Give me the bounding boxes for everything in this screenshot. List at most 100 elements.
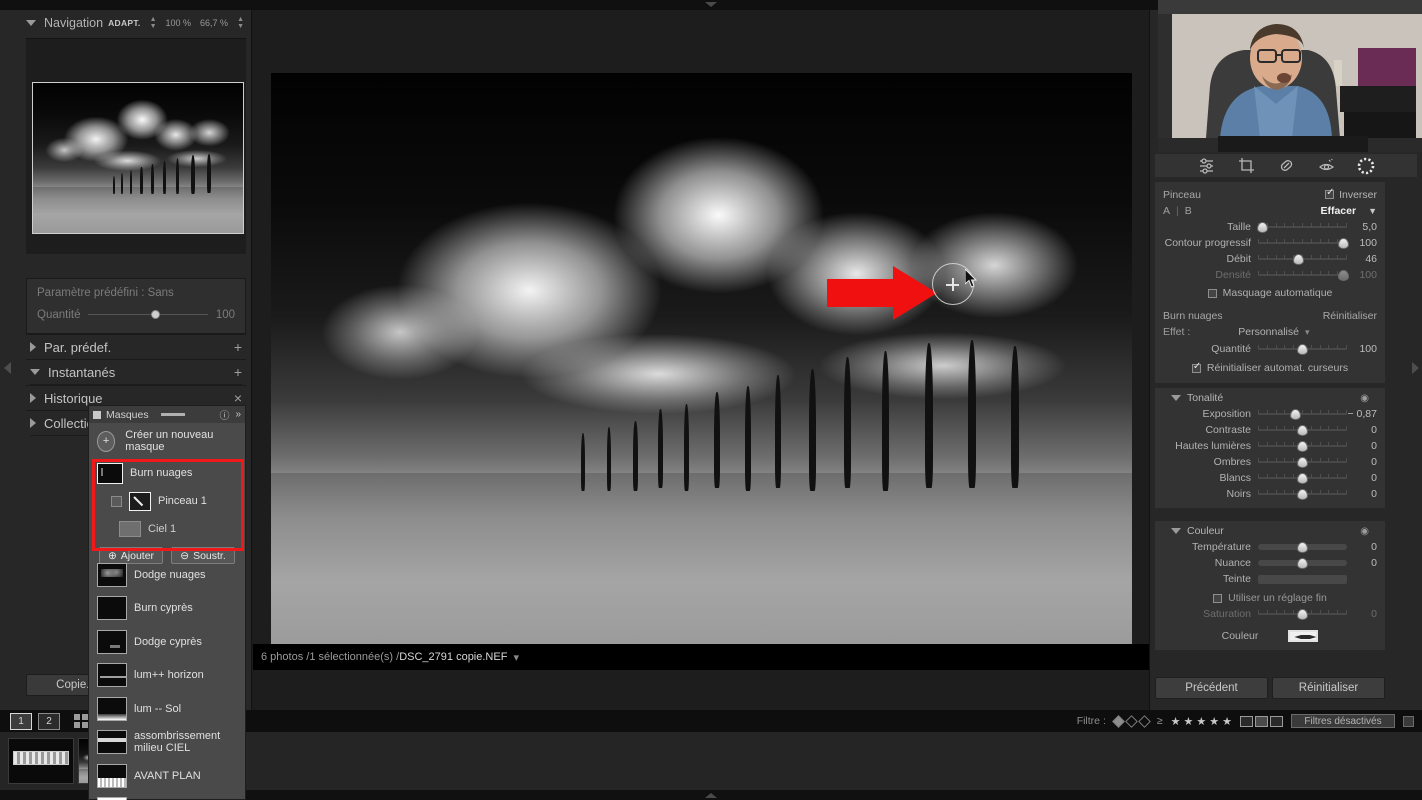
eraser-button[interactable]: Effacer [1320,205,1356,217]
visibility-eye-icon[interactable]: ◉ [1360,526,1369,537]
auto-reset-checkbox[interactable] [1191,361,1201,373]
top-collapse-caret-icon[interactable] [705,2,717,7]
tonality-header[interactable]: Tonalité ◉ [1163,390,1377,406]
list-item[interactable]: AVANT PLAN [89,759,245,793]
chevron-down-icon[interactable] [26,20,36,26]
chevron-down-icon[interactable]: ▾ [1305,327,1310,338]
basic-sliders-icon[interactable] [1197,156,1216,175]
expand-icon[interactable]: » [235,409,241,420]
chevron-down-icon[interactable]: ▾ [513,651,519,664]
list-item[interactable]: lum++ horizon [89,659,245,693]
flag-rejected-icon[interactable] [1137,714,1151,728]
brush-flow-slider[interactable] [1258,252,1347,266]
whites-slider[interactable] [1258,471,1347,485]
view-button-2[interactable]: 2 [38,712,60,730]
zoom-100-label[interactable]: 100 % [166,18,192,28]
left-panel-collapse-arrow-icon[interactable] [4,362,11,374]
highlights-row[interactable]: Hautes lumières 0 [1163,438,1377,454]
fine-tune-checkbox[interactable] [1213,593,1223,603]
right-panel-collapse-arrow-icon[interactable] [1412,362,1419,374]
sidebar-item-snapshots[interactable]: Instantanés + [26,359,246,384]
label-filter-3-icon[interactable] [1270,715,1283,727]
exposure-slider[interactable] [1258,407,1347,421]
brush-density-slider[interactable] [1258,268,1349,282]
invert-checkbox[interactable] [1325,187,1334,199]
brush-density-row[interactable]: Densité 100 [1163,267,1377,283]
brush-size-row[interactable]: Taille 5,0 [1163,219,1377,235]
effect-reset-button[interactable]: Réinitialiser [1323,310,1377,322]
drag-handle-icon[interactable] [160,413,185,416]
list-item[interactable]: Dodge nuages [89,558,245,592]
chevron-down-icon[interactable] [30,369,40,375]
red-eye-icon[interactable] [1317,156,1336,175]
nuance-slider[interactable] [1258,556,1347,570]
filmstrip-thumb[interactable] [8,738,74,784]
contrast-slider[interactable] [1258,423,1347,437]
teinte-row[interactable]: Teinte [1163,571,1377,587]
teinte-slider[interactable] [1258,572,1347,586]
view-button-1[interactable]: 1 [10,712,32,730]
temperature-slider[interactable] [1258,540,1347,554]
temperature-row[interactable]: Température 0 [1163,539,1377,555]
crop-icon[interactable] [1237,156,1256,175]
visibility-eye-icon[interactable]: ◉ [1360,393,1369,404]
image-canvas[interactable]: 6 photos /1 sélectionnée(s) / DSC_2791 c… [253,10,1149,670]
masks-panel-header[interactable]: Masques ⓘ » [89,406,245,423]
star-icon[interactable]: ★ [1196,715,1206,728]
color-swatch[interactable] [1288,630,1319,642]
star-icon[interactable]: ★ [1184,715,1194,728]
whites-row[interactable]: Blancs 0 [1163,470,1377,486]
highlights-slider[interactable] [1258,439,1347,453]
star-icon[interactable]: ★ [1222,715,1232,728]
effect-amount-row[interactable]: Quantité 100 [1163,341,1377,357]
chevron-down-icon[interactable] [1171,528,1181,534]
contrast-row[interactable]: Contraste 0 [1163,422,1377,438]
list-item[interactable]: lum -- Sol [89,692,245,726]
star-rating-filter[interactable]: ★ ★ ★ ★ ★ [1171,715,1232,728]
history-clear-icon[interactable]: × [234,390,242,406]
create-new-mask-button[interactable]: + Créer un nouveau masque [89,423,245,459]
brush-b-button[interactable]: B [1185,205,1192,217]
brush-feather-row[interactable]: Contour progressif 100 [1163,235,1377,251]
healing-brush-icon[interactable] [1277,156,1296,175]
main-photo-bw[interactable] [271,73,1132,653]
brush-a-button[interactable]: A [1163,205,1170,217]
blacks-slider[interactable] [1258,487,1347,501]
list-item[interactable] [89,793,245,800]
blacks-row[interactable]: Noirs 0 [1163,486,1377,502]
chevron-right-icon[interactable] [30,342,36,352]
presets-add-icon[interactable]: + [234,339,242,355]
sidebar-item-presets[interactable]: Par. prédef. + [26,334,246,359]
saturation-slider[interactable] [1258,607,1347,621]
amount-slider[interactable] [88,310,208,320]
flag-unflagged-icon[interactable] [1124,714,1138,728]
photo-filename-label[interactable]: DSC_2791 copie.NEF [399,651,507,663]
bottom-collapse-caret-icon[interactable] [705,793,717,798]
chevron-down-icon[interactable]: ▼ [1368,206,1377,216]
effect-value[interactable]: Personnalisé [1238,326,1299,338]
previous-button[interactable]: Précédent [1155,677,1268,699]
reset-button[interactable]: Réinitialiser [1272,677,1385,699]
navigation-panel-header[interactable]: Navigation ADAPT. ▲ ▼ 100 % 66,7 % ▲ ▼ [22,10,252,36]
exposure-row[interactable]: Exposition − 0,87 [1163,406,1377,422]
nuance-row[interactable]: Nuance 0 [1163,555,1377,571]
snapshots-add-icon[interactable]: + [234,364,242,380]
filter-toggle-icon[interactable] [1403,715,1414,727]
zoom-fit-label[interactable]: ADAPT. [108,18,141,28]
flag-picked-icon[interactable] [1111,714,1125,728]
brush-flow-row[interactable]: Débit 46 [1163,251,1377,267]
plus-circle-icon[interactable]: + [97,430,116,452]
shadows-row[interactable]: Ombres 0 [1163,454,1377,470]
star-icon[interactable]: ★ [1209,715,1219,728]
brush-size-slider[interactable] [1256,220,1347,234]
chevron-right-icon[interactable] [30,418,36,428]
effect-amount-slider[interactable] [1258,342,1347,356]
navigator-preview[interactable] [32,82,244,234]
auto-mask-checkbox[interactable] [1207,288,1217,298]
shadows-slider[interactable] [1258,455,1347,469]
list-item[interactable]: Burn cyprès [89,592,245,626]
label-filter-1-icon[interactable] [1240,715,1253,727]
filters-select[interactable]: Filtres désactivés [1291,714,1395,728]
brush-feather-slider[interactable] [1258,236,1349,250]
chevron-down-icon[interactable] [1171,395,1181,401]
